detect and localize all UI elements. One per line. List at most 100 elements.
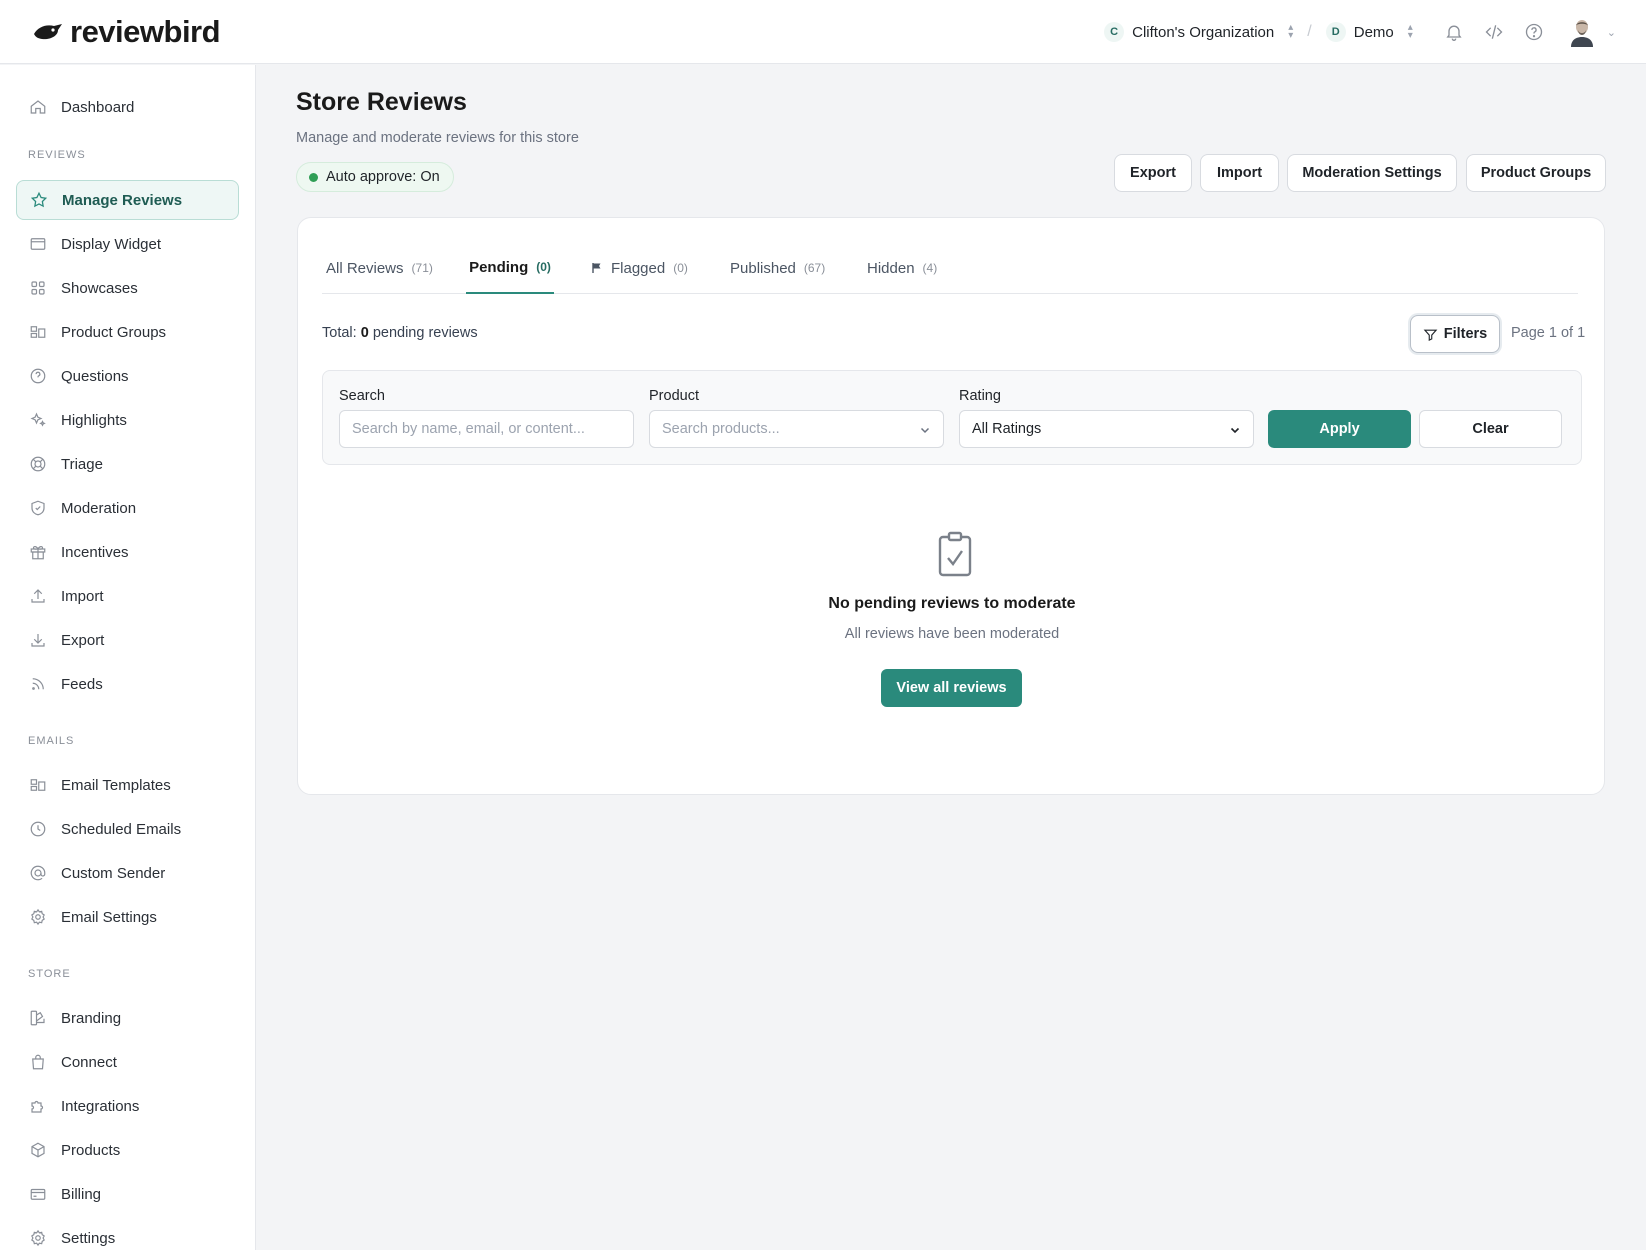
grid-icon	[31, 281, 45, 295]
layout-icon	[30, 779, 46, 791]
view-all-reviews-button[interactable]: View all reviews	[881, 669, 1022, 707]
sidebar-item-label: Questions	[61, 367, 129, 385]
section-label-emails: EMAILS	[28, 735, 75, 747]
sidebar-item-label: Export	[61, 631, 105, 649]
sidebar-item-label: Custom Sender	[61, 864, 166, 882]
tab-hidden[interactable]: Hidden (4)	[863, 242, 941, 294]
tab-published[interactable]: Published (67)	[726, 242, 829, 294]
help-icon[interactable]	[1519, 17, 1549, 47]
sidebar-item-products[interactable]: Products	[16, 1130, 239, 1170]
sidebar-item-label: Email Settings	[61, 908, 157, 926]
sidebar-item-scheduled-emails[interactable]: Scheduled Emails	[16, 809, 239, 849]
sidebar-item-display-widget[interactable]: Display Widget	[16, 224, 239, 264]
import-button[interactable]: Import	[1200, 154, 1279, 192]
sidebar-item-showcases[interactable]: Showcases	[16, 268, 239, 308]
sidebar-item-connect[interactable]: Connect	[16, 1042, 239, 1082]
sidebar-item-incentives[interactable]: Incentives	[16, 532, 239, 572]
sidebar-item-dashboard[interactable]: Dashboard	[16, 87, 239, 127]
sidebar-item-label: Import	[61, 587, 104, 605]
sidebar-item-email-templates[interactable]: Email Templates	[16, 765, 239, 805]
chevron-up-down-icon: ▴ ▾	[1407, 22, 1413, 41]
chevron-down-icon[interactable]: ⌄	[1607, 26, 1616, 39]
page-subtitle: Manage and moderate reviews for this sto…	[296, 130, 579, 146]
sidebar-item-label: Products	[61, 1141, 121, 1159]
sidebar-item-export[interactable]: Export	[16, 620, 239, 660]
chevron-down-icon	[920, 427, 930, 434]
sidebar-item-label: Moderation	[61, 499, 137, 517]
store-initial: D	[1325, 22, 1346, 42]
code-icon[interactable]	[1479, 17, 1509, 47]
tab-all-reviews[interactable]: All Reviews (71)	[322, 242, 437, 294]
sidebar-item-label: Connect	[61, 1053, 117, 1071]
breadcrumb-separator: /	[1307, 23, 1312, 40]
sidebar-item-label: Settings	[61, 1229, 116, 1247]
product-groups-button[interactable]: Product Groups	[1466, 154, 1606, 192]
brand-logo[interactable]: reviewbird	[32, 14, 221, 50]
at-sign-icon	[30, 865, 46, 881]
tab-count: (67)	[803, 261, 826, 275]
total-prefix: Total:	[322, 325, 357, 341]
rating-select[interactable]: All Ratings	[959, 410, 1254, 448]
sidebar-item-billing[interactable]: Billing	[16, 1174, 239, 1214]
organization-switcher[interactable]: C Clifton's Organization ▴ ▾	[1104, 22, 1293, 42]
filter-icon	[1423, 329, 1438, 341]
sidebar-item-label: Highlights	[61, 411, 127, 429]
export-button[interactable]: Export	[1114, 154, 1192, 192]
sidebar-item-settings[interactable]: Settings	[16, 1218, 239, 1250]
tab-label: Published	[730, 259, 796, 277]
review-tabs: All Reviews (71) Pending (0) Flagged (0)…	[322, 242, 1578, 294]
gear-icon	[31, 908, 45, 926]
tab-flagged[interactable]: Flagged (0)	[587, 242, 692, 294]
organization-initial: C	[1104, 22, 1125, 42]
sidebar-item-moderation[interactable]: Moderation	[16, 488, 239, 528]
sidebar-item-branding[interactable]: Branding	[16, 998, 239, 1038]
shield-check-icon	[31, 500, 45, 516]
sidebar: Dashboard REVIEWS Manage Reviews Display…	[0, 65, 256, 1250]
sidebar-item-label: Triage	[61, 455, 103, 473]
bird-logo-icon	[34, 24, 62, 40]
user-avatar[interactable]	[1566, 17, 1597, 47]
filters-button[interactable]: Filters	[1410, 315, 1500, 353]
box-icon	[31, 1142, 45, 1158]
auto-approve-badge[interactable]: Auto approve: On	[296, 162, 454, 192]
sidebar-item-feeds[interactable]: Feeds	[16, 664, 239, 704]
total-suffix: pending reviews	[372, 325, 478, 341]
sidebar-item-import[interactable]: Import	[16, 576, 239, 616]
tab-label: Hidden	[867, 259, 915, 277]
shopping-bag-icon	[32, 1054, 44, 1070]
lifebuoy-icon	[30, 456, 46, 472]
clock-icon	[30, 821, 46, 837]
total-summary: Total: 0 pending reviews	[322, 325, 478, 341]
product-select[interactable]: Search products...	[649, 410, 944, 448]
sidebar-item-label: Branding	[61, 1009, 122, 1027]
store-switcher[interactable]: D Demo ▴ ▾	[1325, 22, 1413, 42]
organization-name: Clifton's Organization	[1132, 23, 1275, 41]
search-input[interactable]: Search by name, email, or content...	[339, 410, 634, 448]
sidebar-item-custom-sender[interactable]: Custom Sender	[16, 853, 239, 893]
sidebar-item-label: Integrations	[61, 1097, 140, 1115]
sidebar-item-label: Manage Reviews	[62, 191, 183, 209]
chevron-down-icon	[1230, 427, 1240, 434]
moderation-settings-button[interactable]: Moderation Settings	[1287, 154, 1457, 192]
search-label: Search	[339, 388, 385, 404]
brand-name: reviewbird	[70, 14, 221, 49]
sidebar-item-product-groups[interactable]: Product Groups	[16, 312, 239, 352]
palette-icon	[30, 1010, 45, 1026]
gift-icon	[30, 546, 46, 560]
sidebar-item-highlights[interactable]: Highlights	[16, 400, 239, 440]
upload-icon	[31, 589, 45, 603]
clear-button[interactable]: Clear	[1419, 410, 1562, 448]
sidebar-item-email-settings[interactable]: Email Settings	[16, 897, 239, 937]
apply-button[interactable]: Apply	[1268, 410, 1411, 448]
credit-card-icon	[30, 1188, 46, 1200]
page-info: Page 1 of 1	[1511, 325, 1586, 341]
sidebar-item-questions[interactable]: Questions	[16, 356, 239, 396]
clipboard-check-icon	[938, 531, 972, 582]
tab-pending[interactable]: Pending (0)	[466, 242, 554, 294]
sidebar-item-manage-reviews[interactable]: Manage Reviews	[16, 180, 239, 220]
bell-icon[interactable]	[1439, 17, 1469, 47]
sidebar-item-triage[interactable]: Triage	[16, 444, 239, 484]
rating-value: All Ratings	[972, 421, 1042, 437]
sidebar-item-integrations[interactable]: Integrations	[16, 1086, 239, 1126]
page-title: Store Reviews	[296, 88, 467, 116]
